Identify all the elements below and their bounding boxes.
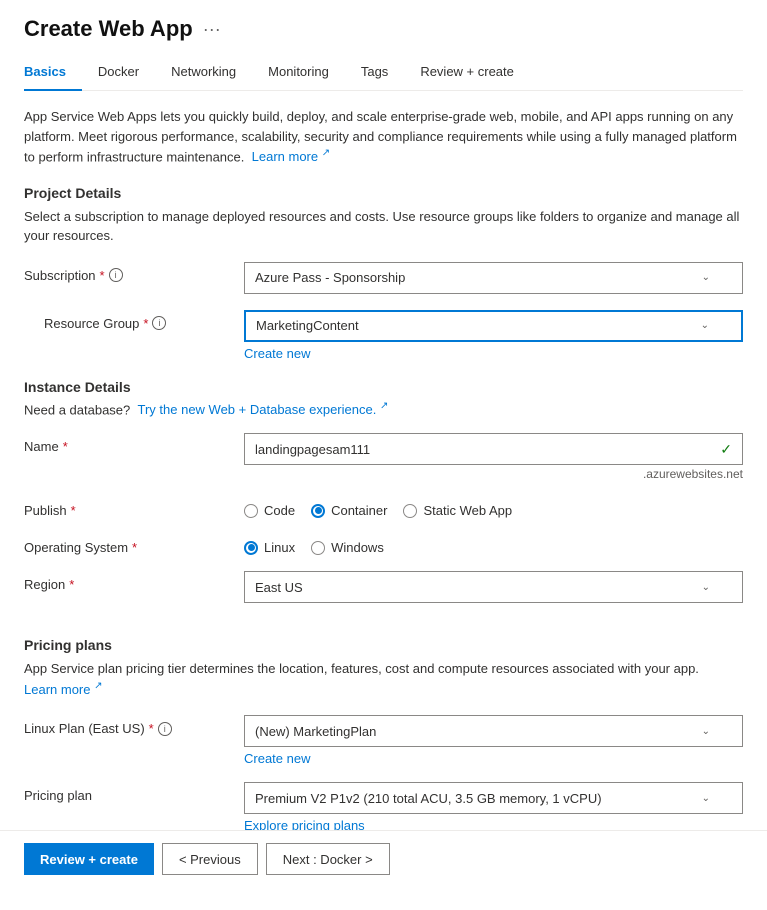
resource-group-required: * [143, 316, 148, 331]
region-row: Region * East US ⌄ [24, 571, 743, 603]
publish-container-dot [315, 507, 322, 514]
region-control: East US ⌄ [244, 571, 743, 603]
publish-options: Code Container Static Web App [244, 497, 743, 518]
learn-more-link[interactable]: Learn more ↗ [252, 149, 331, 164]
tab-basics[interactable]: Basics [24, 56, 82, 91]
subscription-required: * [100, 268, 105, 283]
instance-details-title: Instance Details [24, 379, 743, 395]
pricing-plan-control: Premium V2 P1v2 (210 total ACU, 3.5 GB m… [244, 782, 743, 833]
publish-row: Publish * Code Container [24, 497, 743, 518]
page-title: Create Web App [24, 16, 193, 42]
resource-group-dropdown[interactable]: MarketingContent ⌄ [244, 310, 743, 342]
review-create-button[interactable]: Review + create [24, 843, 154, 875]
region-chevron-icon: ⌄ [702, 582, 710, 593]
subscription-dropdown[interactable]: Azure Pass - Sponsorship ⌄ [244, 262, 743, 294]
publish-container-radio[interactable] [311, 504, 325, 518]
linux-plan-create-new-link[interactable]: Create new [244, 751, 743, 766]
os-windows-option[interactable]: Windows [311, 540, 384, 555]
pricing-plan-dropdown[interactable]: Premium V2 P1v2 (210 total ACU, 3.5 GB m… [244, 782, 743, 814]
pricing-plan-row: Pricing plan Premium V2 P1v2 (210 total … [24, 782, 743, 833]
os-row: Operating System * Linux Windows [24, 534, 743, 555]
learn-more-icon: ↗ [322, 148, 330, 159]
region-label: Region * [24, 571, 244, 592]
pricing-plan-chevron-icon: ⌄ [702, 793, 710, 804]
pricing-plan-label: Pricing plan [24, 782, 244, 803]
db-experience-link[interactable]: Try the new Web + Database experience. ↗ [138, 402, 389, 417]
subscription-info-icon[interactable]: i [109, 268, 123, 282]
publish-label: Publish * [24, 497, 244, 518]
resource-group-chevron-icon: ⌄ [701, 320, 709, 331]
subscription-control: Azure Pass - Sponsorship ⌄ [244, 262, 743, 294]
db-link-row: Need a database? Try the new Web + Datab… [24, 401, 743, 417]
publish-static-radio[interactable] [403, 504, 417, 518]
linux-plan-label: Linux Plan (East US) * i [24, 715, 244, 736]
name-input[interactable]: landingpagesam111 ✓ [244, 433, 743, 465]
linux-plan-chevron-icon: ⌄ [702, 726, 710, 737]
tab-tags[interactable]: Tags [345, 56, 404, 91]
publish-container-option[interactable]: Container [311, 503, 387, 518]
os-linux-option[interactable]: Linux [244, 540, 295, 555]
pricing-desc: App Service plan pricing tier determines… [24, 659, 743, 699]
publish-required: * [71, 503, 76, 518]
resource-group-label: Resource Group * i [24, 310, 244, 331]
name-required: * [63, 439, 68, 454]
publish-code-option[interactable]: Code [244, 503, 295, 518]
name-row: Name * landingpagesam111 ✓ .azurewebsite… [24, 433, 743, 481]
db-link-external-icon: ↗ [380, 401, 388, 412]
os-options: Linux Windows [244, 534, 743, 555]
description-text: App Service Web Apps lets you quickly bu… [24, 107, 743, 167]
linux-plan-info-icon[interactable]: i [158, 722, 172, 736]
subscription-chevron-icon: ⌄ [702, 272, 710, 283]
linux-plan-control: (New) MarketingPlan ⌄ Create new [244, 715, 743, 766]
region-required: * [69, 577, 74, 592]
os-required: * [132, 540, 137, 555]
tab-docker[interactable]: Docker [82, 56, 155, 91]
resource-group-info-icon[interactable]: i [152, 316, 166, 330]
instance-details-section: Instance Details Need a database? Try th… [24, 379, 743, 603]
publish-code-radio[interactable] [244, 504, 258, 518]
tab-bar: Basics Docker Networking Monitoring Tags… [24, 56, 743, 91]
project-details-section: Project Details Select a subscription to… [24, 185, 743, 361]
subscription-row: Subscription * i Azure Pass - Sponsorshi… [24, 262, 743, 294]
next-button[interactable]: Next : Docker > [266, 843, 390, 875]
resource-group-create-new-link[interactable]: Create new [244, 346, 743, 361]
name-valid-icon: ✓ [720, 441, 732, 458]
os-label: Operating System * [24, 534, 244, 555]
project-details-desc: Select a subscription to manage deployed… [24, 207, 743, 246]
project-details-title: Project Details [24, 185, 743, 201]
resource-group-control: MarketingContent ⌄ Create new [244, 310, 743, 361]
page-title-ellipsis: ··· [203, 19, 221, 40]
tab-networking[interactable]: Networking [155, 56, 252, 91]
region-dropdown[interactable]: East US ⌄ [244, 571, 743, 603]
subdomain-text: .azurewebsites.net [244, 467, 743, 481]
os-windows-radio[interactable] [311, 541, 325, 555]
linux-plan-required: * [149, 721, 154, 736]
page-title-row: Create Web App ··· [24, 16, 743, 42]
linux-plan-row: Linux Plan (East US) * i (New) Marketing… [24, 715, 743, 766]
pricing-section: Pricing plans App Service plan pricing t… [24, 621, 743, 833]
publish-static-option[interactable]: Static Web App [403, 503, 512, 518]
name-control: landingpagesam111 ✓ .azurewebsites.net [244, 433, 743, 481]
linux-plan-dropdown[interactable]: (New) MarketingPlan ⌄ [244, 715, 743, 747]
tab-monitoring[interactable]: Monitoring [252, 56, 345, 91]
pricing-title: Pricing plans [24, 637, 743, 653]
name-label: Name * [24, 433, 244, 454]
subscription-label: Subscription * i [24, 262, 244, 283]
previous-button[interactable]: < Previous [162, 843, 258, 875]
resource-group-row: Resource Group * i MarketingContent ⌄ Cr… [24, 310, 743, 361]
tab-review-create[interactable]: Review + create [404, 56, 530, 91]
os-linux-dot [248, 544, 255, 551]
pricing-learn-more-icon: ↗ [94, 681, 102, 692]
os-linux-radio[interactable] [244, 541, 258, 555]
pricing-learn-more-link[interactable]: Learn more ↗ [24, 682, 103, 697]
bottom-bar: Review + create < Previous Next : Docker… [0, 830, 767, 887]
